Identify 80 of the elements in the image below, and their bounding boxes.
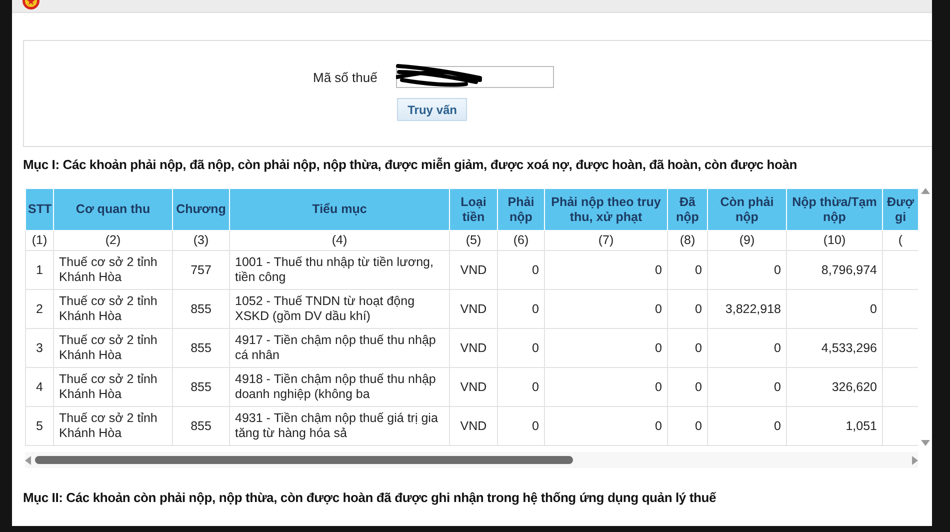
table-cell: 0 [668,250,708,290]
table-cell: 1 [26,250,54,290]
table-cell: 0 [668,406,708,446]
column-number: (8) [668,230,708,250]
table-cell: 0 [544,250,668,290]
column-number: (9) [708,230,786,250]
scroll-down-icon[interactable] [920,440,930,446]
column-number: (4) [230,230,450,250]
table-cell: Thuế cơ sở 2 tỉnh Khánh Hòa [54,328,172,368]
table-cell: 1,051 [786,406,882,446]
column-header: Phải nộp [498,188,544,230]
table-cell: 1001 - Thuế thu nhập từ tiền lương, tiền công [230,250,450,290]
table-cell: 3,822,918 [708,290,786,328]
table-cell: 0 [498,250,544,290]
table-cell: 1052 - Thuế TNDN từ hoạt động XSKD (gồm DV dầu khí) [230,290,450,328]
table-cell: 0 [498,368,544,406]
section-title: Mục I: Các khoản phải nộp, đã nộp, còn phải nộp, nộp thừa, được miễn giảm, được xoá nợ, được hoàn, đã hoàn, còn được hoàn [23,157,798,172]
table-cell: 0 [668,328,708,368]
table-cell: 3 [26,328,54,368]
scroll-up-icon[interactable] [920,188,930,194]
column-header: Phải nộp theo truy thu, xử phạt [544,188,668,230]
column-header: Tiểu mục [230,188,450,230]
table-cell: 0 [498,406,544,446]
table-cell: 4 [26,368,54,406]
table-cell: 4,533,296 [786,328,882,368]
table-cell: 855 [172,328,230,368]
table-cell: Thuế cơ sở 2 tỉnh Khánh Hòa [54,250,172,290]
column-number: (6) [498,230,544,250]
column-number: (5) [450,230,498,250]
table-cell: 4917 - Tiền chậm nộp thuế thu nhập cá nhân [230,328,450,368]
table-cell: 4918 - Tiền chậm nộp thuế thu nhập doanh nghiệp (không ba [230,368,450,406]
table-cell: 0 [544,328,668,368]
table-cell: 0 [544,290,668,328]
table-cell: 855 [172,406,230,446]
column-header: Loại tiền [450,188,498,230]
table-cell: 855 [172,290,230,328]
table-cell: 0 [668,290,708,328]
table-cell: 757 [172,250,230,290]
column-header: Nộp thừa/Tạm nộp [786,188,882,230]
table-cell: VND [450,406,498,446]
table-cell: 326,620 [786,368,882,406]
field-label: Mã số thuế [313,70,378,84]
column-header: STT [26,188,54,230]
table-cell: 2 [26,290,54,328]
column-header: Đã nộp [668,188,708,230]
table-cell: VND [450,250,498,290]
table-cell: VND [450,368,498,406]
column-header: Chương [172,188,230,230]
query-button[interactable]: Truy vấn [397,98,468,121]
table-cell: 0 [708,250,786,290]
table-cell: 0 [498,290,544,328]
table-cell: 0 [544,368,668,406]
table-cell: Thuế cơ sở 2 tỉnh Khánh Hòa [54,406,172,446]
table-cell: 0 [668,368,708,406]
column-number: (3) [172,230,230,250]
column-number: (2) [54,230,172,250]
table-cell: VND [450,328,498,368]
table-cell: 0 [786,290,882,328]
column-header: Còn phải nộp [708,188,786,230]
table-cell: 0 [544,406,668,446]
table-cell: 0 [708,368,786,406]
table-cell: 855 [172,368,230,406]
column-header: Đượ gi [882,188,918,230]
table-cell: Thuế cơ sở 2 tỉnh Khánh Hòa [54,368,172,406]
table-cell: VND [450,290,498,328]
column-header: Cơ quan thu [54,188,172,230]
table-cell: 0 [708,406,786,446]
table-cell: 4931 - Tiền chậm nộp thuế giá trị gia tăng từ hàng hóa sả [230,406,450,446]
column-number: (10) [786,230,882,250]
table-cell: 0 [708,328,786,368]
column-number: (7) [544,230,668,250]
table-cell: 5 [26,406,54,446]
table-cell: 0 [498,328,544,368]
column-number: (1) [26,230,54,250]
scroll-right-icon[interactable] [912,456,918,464]
horizontal-scrollbar[interactable] [25,452,918,468]
table-cell: Thuế cơ sở 2 tỉnh Khánh Hòa [54,290,172,328]
table-cell: 8,796,974 [786,250,882,290]
scroll-left-icon[interactable] [25,456,31,464]
section-title: Mục II: Các khoản còn phải nộp, nộp thừa, còn được hoàn đã được ghi nhận trong hệ thống ứng dụng quản lý thuế [23,490,718,505]
